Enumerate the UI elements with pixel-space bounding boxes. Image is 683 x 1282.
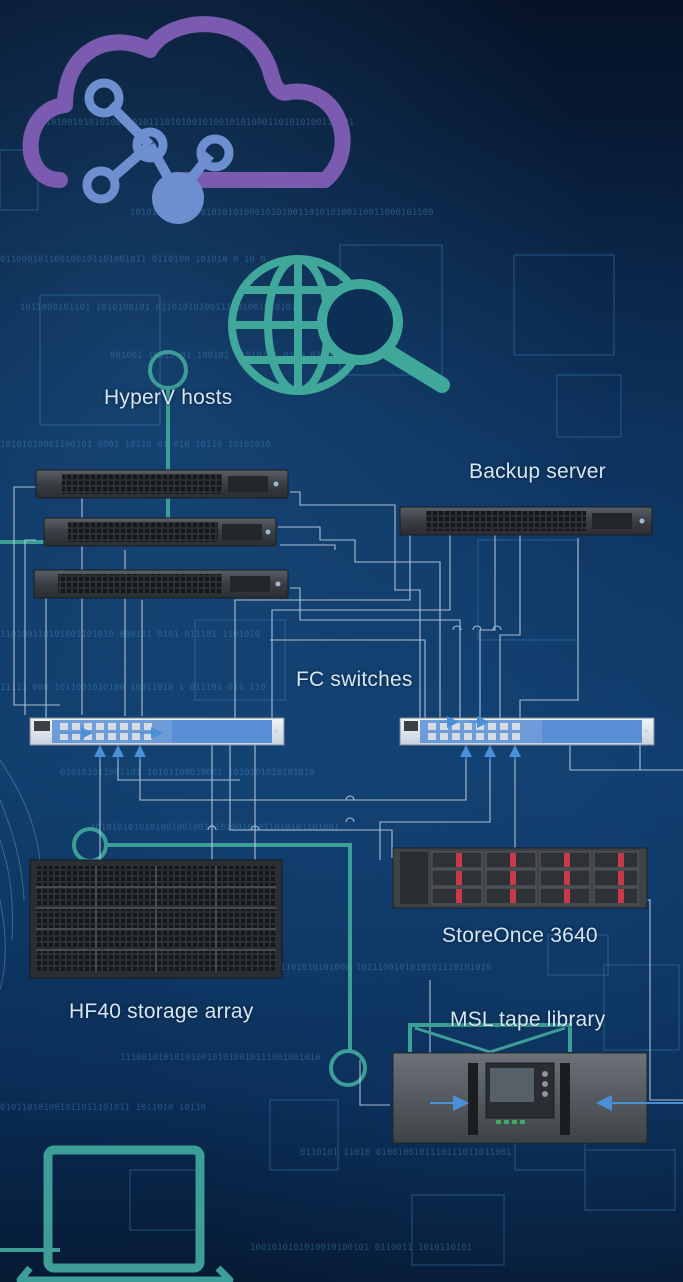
svg-text:1001010101010010100101 0110011: 1001010101010010100101 0110011 101011010… xyxy=(250,1243,472,1253)
fc-switch-right xyxy=(399,717,655,746)
svg-text:1101010101000 1011100101010101: 1101010101000 1011100101010101110101010 xyxy=(280,963,491,973)
label-hyperv-hosts: HyperV hosts xyxy=(104,386,233,409)
diagram-canvas: 1101001010101001101011101010010100101010… xyxy=(0,16,683,1282)
svg-text:110100110101001101010 000101 0: 110100110101001101010 000101 0101 011101… xyxy=(0,630,260,640)
label-storeonce: StoreOnce 3640 xyxy=(442,924,598,947)
svg-text:111001010101010010101001011100: 1110010101010100101010010111001001010 xyxy=(120,1053,320,1063)
svg-text:1011000101101 1010100101 01101: 1011000101101 1010100101 011010101001111… xyxy=(20,303,296,313)
hyperv-host-servers xyxy=(33,469,289,599)
svg-text:0110101 11010 0100100101110111: 0110101 11010 0100100101110111011011001 xyxy=(300,1148,511,1158)
server-unit xyxy=(33,569,289,599)
svg-text:011000101100100101101001011 01: 011000101100100101101001011 0110100 1010… xyxy=(0,255,266,265)
server-unit xyxy=(35,469,289,499)
backup-server xyxy=(399,506,653,536)
hf40-storage-array xyxy=(29,859,283,979)
network-diagram: 1101001010101001101011101010010100101010… xyxy=(0,0,683,1282)
svg-text:10101010001100101 0001 10110 0: 10101010001100101 0001 10110 01 010 1011… xyxy=(0,440,271,450)
svg-text:010101011001101 10101100010001: 010101011001101 10101100010001 101010101… xyxy=(60,768,315,778)
laptop-icon xyxy=(16,1145,234,1282)
svg-text:010110101001011011101011 10110: 010110101001011011101011 1011010 10110 xyxy=(0,1103,206,1113)
svg-text:110100101010100110101110101001: 1101001010101001101011101010010100101010… xyxy=(40,118,354,128)
server-unit xyxy=(43,517,277,547)
svg-text:101010101010100100100101010010: 1010101010101001001001010100101011010101… xyxy=(90,823,339,833)
label-backup-server: Backup server xyxy=(469,460,606,483)
label-fc-switches: FC switches xyxy=(296,668,413,691)
globe-search-icon xyxy=(228,255,450,395)
svg-text:11111 000 1011001010100 100110: 11111 000 1011001010100 10011010 1 01110… xyxy=(0,683,266,693)
label-storage-array: HF40 storage array xyxy=(69,1000,254,1023)
msl-tape-library xyxy=(392,1023,683,1144)
fc-switch-left xyxy=(29,717,285,746)
storeonce-3640 xyxy=(392,847,648,909)
label-tape-library: MSL tape library xyxy=(450,1008,606,1031)
